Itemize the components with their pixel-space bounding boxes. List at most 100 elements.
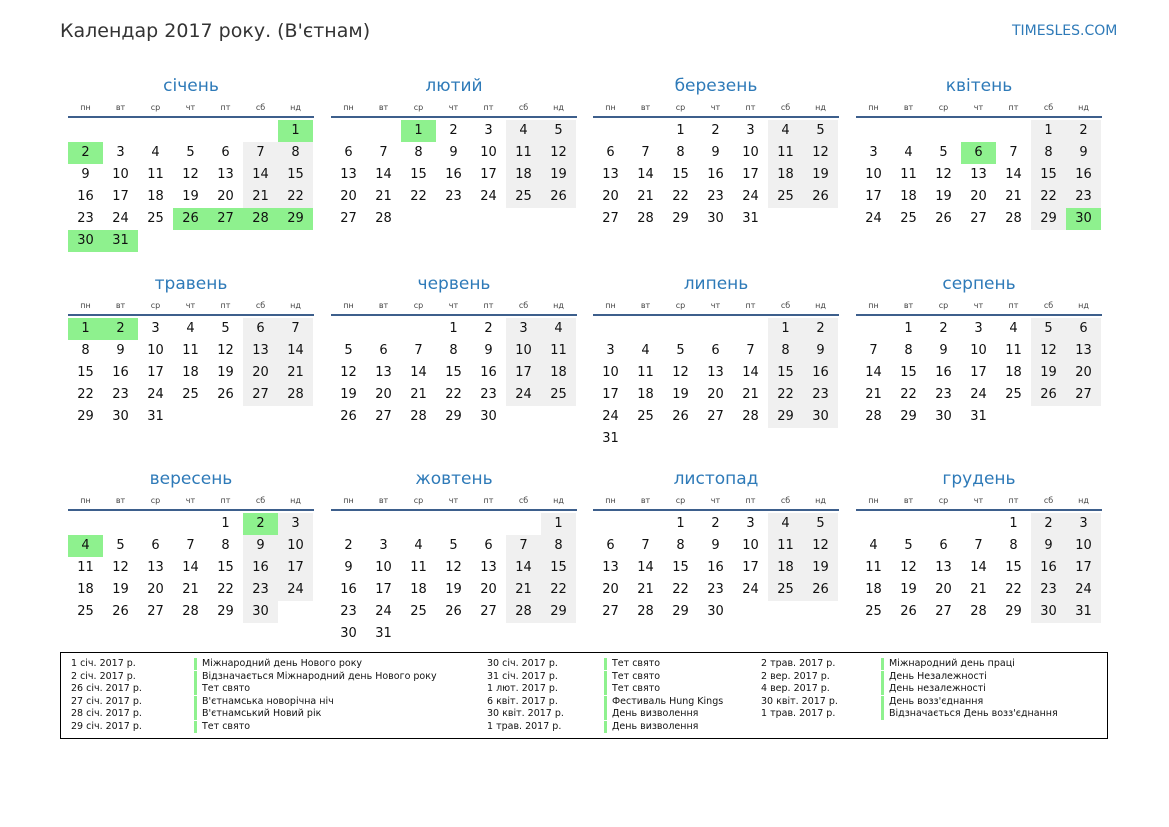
day-cell: 17: [970, 365, 987, 380]
day-cell: 18: [77, 582, 94, 597]
weekday-label: ср: [150, 301, 161, 310]
weekday-label: пн: [868, 496, 879, 505]
weekday-label: чт: [448, 301, 459, 310]
holiday-day-cell: 30: [68, 230, 103, 252]
day-cell: 24: [602, 409, 619, 424]
day-cell: 4: [506, 120, 541, 142]
day-cell: 15: [77, 365, 94, 380]
day-cell: 30: [803, 406, 838, 428]
day-cell: 19: [340, 387, 357, 402]
legend-holiday-name: Відзначається День возз'єднання: [881, 708, 1058, 721]
day-cell: 3: [974, 321, 983, 336]
month-name: лютий: [425, 76, 483, 96]
day-cell: 6: [344, 145, 353, 160]
day-cell: 27: [935, 604, 952, 619]
day-cell: 26: [935, 211, 952, 226]
day-cell: 19: [112, 582, 129, 597]
holiday-day-cell: 2: [243, 513, 278, 535]
month-divider: [331, 314, 577, 316]
weekday-label: пн: [343, 103, 354, 112]
site-link[interactable]: TIMESLES.COM: [1012, 23, 1117, 39]
month-name: серпень: [942, 274, 1016, 294]
day-cell: 25: [147, 211, 164, 226]
weekday-label: пт: [1008, 496, 1019, 505]
weekday-label: чт: [448, 496, 459, 505]
day-cell: 8: [541, 535, 576, 557]
day-cell: 6: [606, 538, 615, 553]
day-cell: 13: [375, 365, 392, 380]
day-cell: 5: [344, 343, 353, 358]
page-title: Календар 2017 року. (В'єтнам): [60, 20, 371, 42]
day-cell: 13: [243, 340, 278, 362]
day-cell: 25: [768, 579, 803, 601]
weekday-label: пн: [605, 103, 616, 112]
day-cell: 29: [672, 211, 689, 226]
weekday-label: пн: [80, 301, 91, 310]
day-cell: 11: [768, 535, 803, 557]
day-cell: 18: [182, 365, 199, 380]
day-cell: 21: [742, 387, 759, 402]
day-cell: 5: [904, 538, 913, 553]
day-cell: 5: [676, 343, 685, 358]
legend-holiday-name: Міжнародний день праці: [881, 658, 1015, 670]
day-cell: 30: [243, 601, 278, 623]
day-cell: 23: [445, 189, 462, 204]
legend-date: 1 лют. 2017 р.: [487, 683, 558, 695]
day-cell: 1: [676, 516, 685, 531]
month-divider: [331, 116, 577, 118]
day-cell: 27: [970, 211, 987, 226]
day-cell: 1: [541, 513, 576, 535]
day-cell: 14: [742, 365, 759, 380]
day-cell: 27: [602, 211, 619, 226]
day-cell: 22: [1005, 582, 1022, 597]
weekday-label: нд: [290, 496, 301, 505]
day-cell: 16: [480, 365, 497, 380]
legend-holiday-name: В'єтнамський Новий рік: [194, 708, 321, 721]
day-cell: 15: [768, 362, 803, 384]
day-cell: 6: [243, 318, 278, 340]
weekday-label: нд: [290, 103, 301, 112]
day-cell: 12: [672, 365, 689, 380]
weekday-label: ср: [413, 103, 424, 112]
day-cell: 25: [900, 211, 917, 226]
legend-date: 2 трав. 2017 р.: [761, 658, 836, 669]
day-cell: 18: [1005, 365, 1022, 380]
day-cell: 12: [1031, 340, 1066, 362]
day-cell: 31: [602, 431, 619, 446]
day-cell: 4: [541, 318, 576, 340]
day-cell: 19: [803, 164, 838, 186]
month-name: червень: [417, 274, 491, 294]
day-cell: 4: [151, 145, 160, 160]
day-cell: 1: [768, 318, 803, 340]
weekday-label: ср: [675, 103, 686, 112]
day-cell: 10: [742, 145, 759, 160]
day-cell: 9: [449, 145, 458, 160]
day-cell: 17: [375, 582, 392, 597]
legend-holiday-name: Тет свято: [604, 683, 660, 696]
weekday-label: пн: [80, 496, 91, 505]
month-divider: [856, 116, 1102, 118]
day-cell: 20: [970, 189, 987, 204]
day-cell: 2: [939, 321, 948, 336]
day-cell: 9: [484, 343, 493, 358]
weekday-label: нд: [1078, 103, 1089, 112]
day-cell: 3: [278, 513, 313, 535]
weekday-label: вт: [378, 301, 389, 310]
day-cell: 11: [865, 560, 882, 575]
weekday-label: ср: [675, 301, 686, 310]
weekday-label: пт: [745, 496, 756, 505]
weekday-label: сб: [255, 103, 266, 112]
day-cell: 11: [1005, 343, 1022, 358]
day-cell: 20: [340, 189, 357, 204]
day-cell: 28: [506, 601, 541, 623]
day-cell: 28: [637, 604, 654, 619]
day-cell: 21: [243, 186, 278, 208]
day-cell: 22: [217, 582, 234, 597]
day-cell: 7: [243, 142, 278, 164]
legend-holiday-name: Тет свято: [194, 721, 250, 733]
day-cell: 22: [672, 582, 689, 597]
day-cell: 12: [803, 535, 838, 557]
day-cell: 26: [672, 409, 689, 424]
day-cell: 27: [602, 604, 619, 619]
day-cell: 2: [803, 318, 838, 340]
